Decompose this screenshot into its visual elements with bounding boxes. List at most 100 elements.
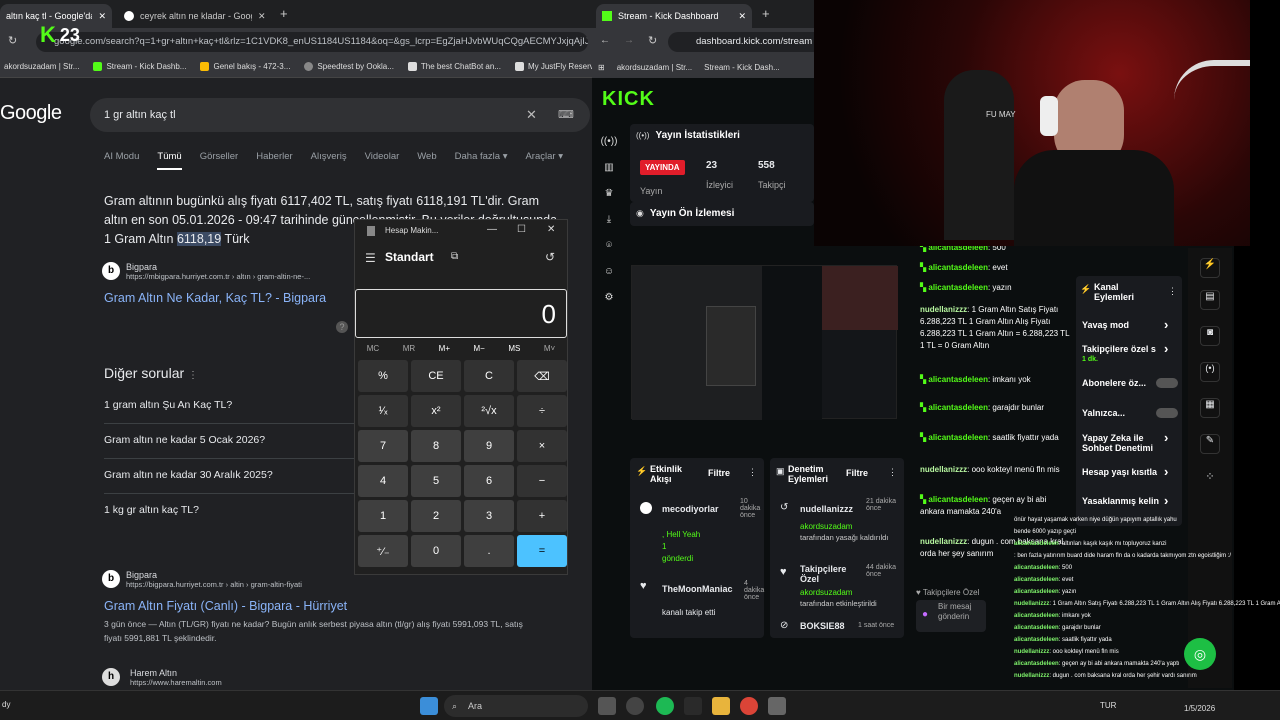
eight-key[interactable]: 8: [411, 430, 461, 462]
chevron-right-icon[interactable]: ›: [1164, 317, 1168, 332]
five-key[interactable]: 5: [411, 465, 461, 497]
close-icon[interactable]: ✕: [98, 11, 106, 22]
broadcast-icon[interactable]: (•): [1200, 362, 1220, 382]
tab-images[interactable]: Görseller: [200, 151, 239, 170]
source-harem[interactable]: h Harem Altın https://www.haremaltin.com: [102, 668, 222, 687]
start-icon[interactable]: [420, 697, 438, 715]
channel-action-item[interactable]: Yavaş mod ›: [1082, 317, 1178, 332]
help-icon[interactable]: ?: [336, 321, 348, 333]
menu-icon[interactable]: ☰: [365, 251, 376, 265]
chat-username[interactable]: alicantasdeleen: [928, 375, 988, 384]
lightning-icon[interactable]: ⚡: [1200, 258, 1220, 278]
chat-username[interactable]: nudellanizzz: [920, 305, 967, 314]
close-icon[interactable]: ✕: [258, 11, 266, 22]
reload-icon[interactable]: ↻: [8, 34, 17, 47]
tab-web[interactable]: Web: [417, 151, 436, 170]
multiply-key[interactable]: ×: [517, 430, 567, 462]
more-icon[interactable]: ⋮: [888, 467, 897, 478]
square-key[interactable]: x²: [411, 395, 461, 427]
chat-icon[interactable]: ◙: [1200, 326, 1220, 346]
tab-kick-dashboard[interactable]: Stream - Kick Dashboard ✕: [596, 4, 752, 28]
bookmark-item[interactable]: Genel bakış - 472-3...: [200, 62, 290, 71]
kick-logo[interactable]: KICK: [602, 88, 655, 111]
three-key[interactable]: 3: [464, 500, 514, 532]
chat-input[interactable]: ● Bir mesaj gönderin: [916, 600, 986, 632]
moderation-user[interactable]: nudellanizzz: [800, 504, 853, 514]
tab-all[interactable]: Tümü: [157, 151, 182, 170]
close-button[interactable]: ✕: [547, 224, 555, 235]
folder-icon[interactable]: [712, 697, 730, 715]
keep-on-top-icon[interactable]: ⧉: [451, 251, 458, 262]
tab-videos[interactable]: Videolar: [365, 151, 400, 170]
bookmark-item[interactable]: The best ChatBot an...: [407, 62, 501, 71]
users-icon[interactable]: ☺: [600, 266, 618, 284]
seven-key[interactable]: 7: [358, 430, 408, 462]
chat-username[interactable]: nudellanizzz: [920, 537, 967, 546]
bookmark-item[interactable]: Stream - Kick Dashb...: [93, 62, 186, 71]
channel-action-item[interactable]: Takipçilere özel s › 1 dk.: [1082, 341, 1178, 363]
bookmark-item[interactable]: akordsuzadam | Str...: [4, 62, 79, 71]
address-bar[interactable]: dashboard.kick.com/stream: [668, 32, 814, 52]
taskbar-search[interactable]: ⌕ Ara: [444, 695, 588, 717]
memory-list-button[interactable]: M˅: [544, 344, 555, 353]
new-tab-button[interactable]: +: [280, 6, 288, 21]
keyboard-icon[interactable]: ⌨: [558, 98, 574, 132]
document-icon[interactable]: ▤: [1200, 290, 1220, 310]
result-link[interactable]: Gram Altın Fiyatı (Canlı) - Bigpara - Hü…: [104, 599, 347, 613]
back-icon[interactable]: ←: [600, 35, 610, 46]
equals-key[interactable]: =: [517, 535, 567, 567]
gear-icon[interactable]: ⚙: [600, 292, 618, 310]
bookmark-item[interactable]: Speedtest by Ookla...: [304, 62, 394, 71]
toggle-switch[interactable]: [1156, 408, 1178, 418]
history-icon[interactable]: ↺: [545, 250, 555, 264]
chat-username[interactable]: alicantasdeleen: [928, 403, 988, 412]
apps-icon[interactable]: ⁘: [1200, 470, 1220, 490]
bookmark-item[interactable]: Stream - Kick Dash...: [704, 63, 780, 72]
tab-ceyrek-altin[interactable]: ceyrek altın ne kladar - Google ✕: [118, 4, 274, 28]
chat-username[interactable]: alicantasdeleen: [928, 433, 988, 442]
reload-icon[interactable]: ↻: [648, 34, 657, 47]
channel-action-item[interactable]: Hesap yaşı kısıtla ›: [1082, 464, 1178, 479]
mr-button[interactable]: MR: [403, 344, 415, 353]
chat-username[interactable]: alicantasdeleen: [928, 283, 988, 292]
nine-key[interactable]: 9: [464, 430, 514, 462]
chevron-right-icon[interactable]: ›: [1164, 430, 1168, 445]
mic-icon[interactable]: ●: [922, 609, 928, 620]
chat-username[interactable]: alicantasdeleen: [928, 495, 988, 504]
media-icon[interactable]: [684, 697, 702, 715]
target-icon[interactable]: ⌾: [600, 240, 618, 258]
channel-action-item[interactable]: Yalnızca...: [1082, 408, 1178, 420]
activity-user[interactable]: TheMoonManiac: [662, 584, 733, 594]
question-item[interactable]: 1 kg gr altın kaç TL?: [104, 504, 199, 516]
wrench-icon[interactable]: ✎: [1200, 434, 1220, 454]
apps-icon[interactable]: ⊞: [598, 63, 605, 72]
channel-action-item[interactable]: Yasaklanmış kelin ›: [1082, 493, 1178, 508]
m-plus-button[interactable]: M+: [439, 344, 450, 353]
chrome-icon[interactable]: [740, 697, 758, 715]
minimize-button[interactable]: —: [487, 224, 497, 235]
close-icon[interactable]: ✕: [738, 11, 746, 22]
search-input[interactable]: 1 gr altın kaç tl ✕ ⌨: [90, 98, 590, 132]
tab-more[interactable]: Daha fazla ▾: [455, 151, 508, 170]
question-item[interactable]: 1 gram altın Şu An Kaç TL?: [104, 399, 232, 411]
spotify-icon[interactable]: [656, 697, 674, 715]
clear-icon[interactable]: ✕: [526, 98, 537, 132]
m-minus-button[interactable]: M−: [474, 344, 485, 353]
tab-ai-mode[interactable]: AI Modu: [104, 151, 139, 170]
moderation-user[interactable]: BOKSIE88: [800, 621, 845, 631]
forward-icon[interactable]: →: [624, 35, 634, 46]
source-bigpara-2[interactable]: b Bigpara https://bigpara.hurriyet.com.t…: [102, 570, 302, 589]
tab-shopping[interactable]: Alışveriş: [311, 151, 347, 170]
question-item[interactable]: Gram altın ne kadar 5 Ocak 2026?: [104, 434, 265, 446]
result-link[interactable]: Gram Altın Ne Kadar, Kaç TL? - Bigpara: [104, 291, 326, 305]
task-view-icon[interactable]: [598, 697, 616, 715]
negate-key[interactable]: ⁺⁄₋: [358, 535, 408, 567]
analytics-icon[interactable]: ▥: [600, 162, 618, 180]
zero-key[interactable]: 0: [411, 535, 461, 567]
bookmark-item[interactable]: My JustFly Reservati...: [514, 62, 592, 71]
more-icon[interactable]: ⋮: [1168, 286, 1177, 297]
question-item[interactable]: Gram altın ne kadar 30 Aralık 2025?: [104, 469, 273, 481]
chevron-right-icon[interactable]: ›: [1164, 341, 1168, 356]
chevron-right-icon[interactable]: ›: [1164, 493, 1168, 508]
more-icon[interactable]: ⋮: [748, 467, 757, 478]
